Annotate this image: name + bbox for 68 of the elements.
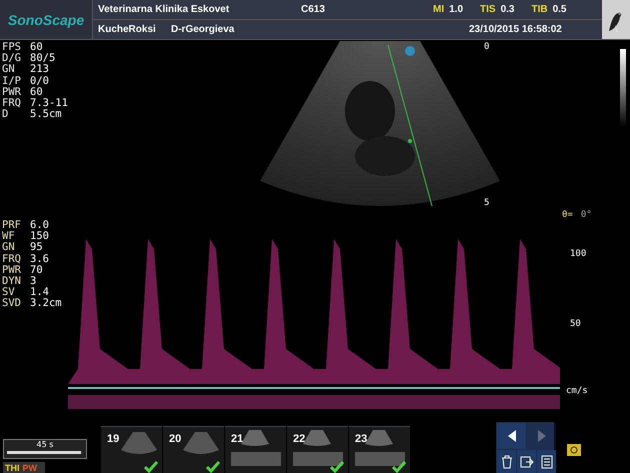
sector-image-icon xyxy=(181,430,221,456)
param-value: 3.6 xyxy=(30,254,49,265)
param-label: WF xyxy=(2,231,16,242)
param-value: 6.0 xyxy=(30,220,49,231)
date-time: 23/10/2015 16:58:02 xyxy=(469,24,562,35)
camera-icon[interactable] xyxy=(567,444,581,456)
angle-label: θ= xyxy=(562,210,573,220)
param-value: 5.5cm xyxy=(30,109,62,120)
param-label: D/G xyxy=(2,53,22,64)
institution-name: Veterinarna Klinika Eskovet xyxy=(98,4,230,15)
param-label: D xyxy=(2,109,10,120)
report-button[interactable] xyxy=(537,450,556,473)
image-thumbnail[interactable]: 20 xyxy=(163,426,224,473)
index-value: 0.5 xyxy=(552,4,566,15)
param-label: PWR xyxy=(2,86,22,98)
image-thumbnail[interactable]: 22 xyxy=(287,426,348,473)
param-label: SV xyxy=(2,287,15,298)
param-label: FRQ xyxy=(2,254,22,265)
param-label: GN xyxy=(2,242,16,254)
angle-value: 0° xyxy=(580,210,592,220)
index-value: 1.0 xyxy=(449,4,464,15)
velocity-unit: cm/s xyxy=(566,386,588,396)
list-icon xyxy=(540,454,552,468)
cine-slider[interactable]: 45 s xyxy=(3,439,87,459)
trash-icon xyxy=(500,454,512,468)
probe-name: C613 xyxy=(301,4,326,15)
velocity-label: 100 xyxy=(570,249,586,259)
previous-button[interactable] xyxy=(497,423,526,449)
index-value: 0.3 xyxy=(500,4,514,15)
image-thumbnail[interactable]: 21 xyxy=(225,426,286,473)
depth-label: 0 xyxy=(484,42,490,52)
param-label: PWR xyxy=(2,264,22,276)
param-value: 0/0 xyxy=(30,76,49,87)
param-value: 60 xyxy=(30,86,43,98)
velocity-label: 50 xyxy=(570,319,581,329)
mode-label: THI xyxy=(5,463,20,473)
param-label: FRQ xyxy=(2,98,22,110)
param-value: 60 xyxy=(30,42,43,53)
param-label: DYN xyxy=(2,276,22,288)
image-thumbnail[interactable]: 19 xyxy=(101,426,162,473)
bird-icon xyxy=(602,0,630,39)
param-value: 7.3-11 xyxy=(30,98,68,110)
index-label: TIB xyxy=(531,4,548,15)
param-value: 150 xyxy=(30,231,49,242)
logo: SonoScape xyxy=(0,0,93,39)
param-value: 3.2cm xyxy=(30,298,62,310)
delete-button[interactable] xyxy=(497,450,516,473)
operator-name: D-rGeorgieva xyxy=(171,24,236,35)
param-label: FPS xyxy=(2,42,22,53)
param-value: 213 xyxy=(30,64,49,76)
export-icon xyxy=(520,454,534,468)
param-label: PRF xyxy=(2,220,22,231)
param-value: 95 xyxy=(30,242,43,254)
index-label: MI xyxy=(433,4,444,15)
param-label: I/P xyxy=(2,76,22,87)
index-label: TIS xyxy=(480,4,496,15)
export-button[interactable] xyxy=(517,450,536,473)
param-value: 1.4 xyxy=(30,287,49,298)
patient-name: KucheRoksi xyxy=(98,24,157,35)
mode-label: PW xyxy=(22,463,37,473)
image-thumbnail[interactable]: 23 xyxy=(349,426,410,473)
param-value: 70 xyxy=(30,264,43,276)
param-label: GN xyxy=(2,64,16,76)
sector-image-icon xyxy=(119,430,159,456)
param-label: SVD xyxy=(2,298,22,310)
depth-label: 5 xyxy=(484,198,490,208)
param-value: 3 xyxy=(30,276,36,288)
param-value: 80/5 xyxy=(30,53,56,64)
